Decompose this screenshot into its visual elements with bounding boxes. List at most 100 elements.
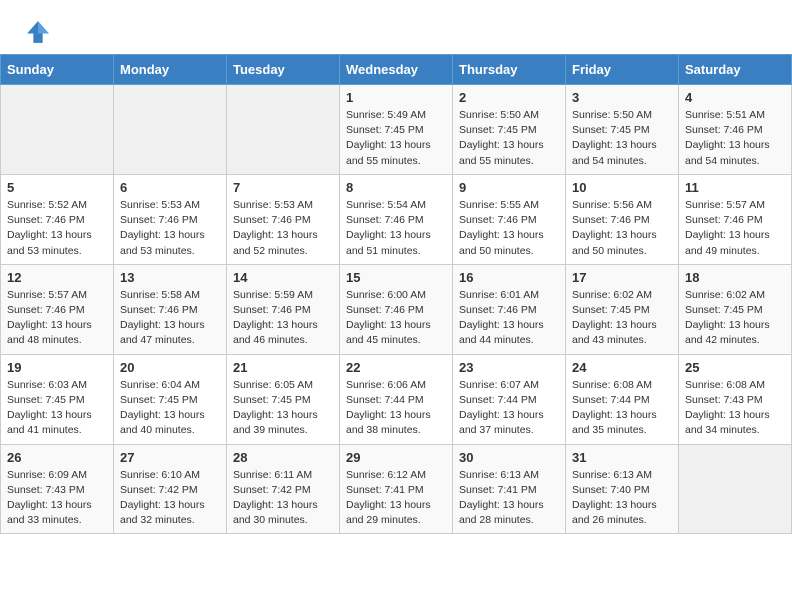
calendar-cell: 18 Sunrise: 6:02 AM Sunset: 7:45 PM Dayli… <box>679 264 792 354</box>
day-number: 5 <box>7 180 107 195</box>
calendar-cell: 9 Sunrise: 5:55 AM Sunset: 7:46 PM Daylig… <box>453 174 566 264</box>
calendar-cell: 16Sunrise: 6:01 AM Sunset: 7:46 PM Dayli… <box>453 264 566 354</box>
calendar-cell: 6 Sunrise: 5:53 AM Sunset: 7:46 PM Daylig… <box>114 174 227 264</box>
day-number: 21 <box>233 360 333 375</box>
calendar-cell: 24 Sunrise: 6:08 AM Sunset: 7:44 PM Dayli… <box>566 354 679 444</box>
calendar-cell: 25 Sunrise: 6:08 AM Sunset: 7:43 PM Dayli… <box>679 354 792 444</box>
logo <box>24 18 56 46</box>
calendar-cell: 12Sunrise: 5:57 AM Sunset: 7:46 PM Dayli… <box>1 264 114 354</box>
calendar-cell: 28 Sunrise: 6:11 AM Sunset: 7:42 PM Dayli… <box>227 444 340 534</box>
day-number: 14 <box>233 270 333 285</box>
day-number: 8 <box>346 180 446 195</box>
calendar-cell: 2Sunrise: 5:50 AM Sunset: 7:45 PM Daylig… <box>453 85 566 175</box>
day-info: Sunrise: 6:13 AM Sunset: 7:40 PM Dayligh… <box>572 468 672 529</box>
day-number: 27 <box>120 450 220 465</box>
day-info: Sunrise: 6:02 AM Sunset: 7:45 PM Dayligh… <box>572 288 672 349</box>
calendar-week-row: 19 Sunrise: 6:03 AM Sunset: 7:45 PM Dayli… <box>1 354 792 444</box>
calendar-cell: 30 Sunrise: 6:13 AM Sunset: 7:41 PM Dayli… <box>453 444 566 534</box>
day-info: Sunrise: 6:03 AM Sunset: 7:45 PM Dayligh… <box>7 378 107 439</box>
calendar-cell: 29 Sunrise: 6:12 AM Sunset: 7:41 PM Dayli… <box>340 444 453 534</box>
day-info: Sunrise: 6:07 AM Sunset: 7:44 PM Dayligh… <box>459 378 559 439</box>
calendar-table: SundayMondayTuesdayWednesdayThursdayFrid… <box>0 54 792 534</box>
day-info: Sunrise: 5:59 AM Sunset: 7:46 PM Dayligh… <box>233 288 333 349</box>
day-number: 26 <box>7 450 107 465</box>
calendar-cell <box>114 85 227 175</box>
day-info: Sunrise: 5:53 AM Sunset: 7:46 PM Dayligh… <box>120 198 220 259</box>
calendar-cell: 14 Sunrise: 5:59 AM Sunset: 7:46 PM Dayli… <box>227 264 340 354</box>
day-number: 24 <box>572 360 672 375</box>
day-info: Sunrise: 6:06 AM Sunset: 7:44 PM Dayligh… <box>346 378 446 439</box>
calendar-cell: 19 Sunrise: 6:03 AM Sunset: 7:45 PM Dayli… <box>1 354 114 444</box>
col-header-wednesday: Wednesday <box>340 55 453 85</box>
day-info: Sunrise: 6:08 AM Sunset: 7:43 PM Dayligh… <box>685 378 785 439</box>
day-info: Sunrise: 5:55 AM Sunset: 7:46 PM Dayligh… <box>459 198 559 259</box>
calendar-cell: 31 Sunrise: 6:13 AM Sunset: 7:40 PM Dayli… <box>566 444 679 534</box>
day-number: 22 <box>346 360 446 375</box>
day-number: 7 <box>233 180 333 195</box>
day-number: 31 <box>572 450 672 465</box>
day-info: Sunrise: 5:57 AM Sunset: 7:46 PM Dayligh… <box>685 198 785 259</box>
calendar-week-row: 12Sunrise: 5:57 AM Sunset: 7:46 PM Dayli… <box>1 264 792 354</box>
calendar-cell: 5Sunrise: 5:52 AM Sunset: 7:46 PM Daylig… <box>1 174 114 264</box>
day-number: 1 <box>346 90 446 105</box>
day-info: Sunrise: 6:08 AM Sunset: 7:44 PM Dayligh… <box>572 378 672 439</box>
calendar-cell: 22 Sunrise: 6:06 AM Sunset: 7:44 PM Dayli… <box>340 354 453 444</box>
day-info: Sunrise: 5:54 AM Sunset: 7:46 PM Dayligh… <box>346 198 446 259</box>
day-info: Sunrise: 5:51 AM Sunset: 7:46 PM Dayligh… <box>685 108 785 169</box>
calendar-cell: 13 Sunrise: 5:58 AM Sunset: 7:46 PM Dayli… <box>114 264 227 354</box>
calendar-week-row: 26 Sunrise: 6:09 AM Sunset: 7:43 PM Dayli… <box>1 444 792 534</box>
calendar-cell: 3 Sunrise: 5:50 AM Sunset: 7:45 PM Daylig… <box>566 85 679 175</box>
calendar-cell: 27Sunrise: 6:10 AM Sunset: 7:42 PM Dayli… <box>114 444 227 534</box>
calendar-cell <box>1 85 114 175</box>
calendar-week-row: 1 Sunrise: 5:49 AM Sunset: 7:45 PM Daylig… <box>1 85 792 175</box>
day-info: Sunrise: 6:12 AM Sunset: 7:41 PM Dayligh… <box>346 468 446 529</box>
day-info: Sunrise: 6:09 AM Sunset: 7:43 PM Dayligh… <box>7 468 107 529</box>
calendar-cell <box>679 444 792 534</box>
day-number: 12 <box>7 270 107 285</box>
calendar-cell: 15 Sunrise: 6:00 AM Sunset: 7:46 PM Dayli… <box>340 264 453 354</box>
day-info: Sunrise: 5:50 AM Sunset: 7:45 PM Dayligh… <box>459 108 559 169</box>
day-number: 6 <box>120 180 220 195</box>
logo-icon <box>24 18 52 46</box>
day-info: Sunrise: 6:11 AM Sunset: 7:42 PM Dayligh… <box>233 468 333 529</box>
day-number: 15 <box>346 270 446 285</box>
calendar-cell: 1 Sunrise: 5:49 AM Sunset: 7:45 PM Daylig… <box>340 85 453 175</box>
calendar-cell: 20Sunrise: 6:04 AM Sunset: 7:45 PM Dayli… <box>114 354 227 444</box>
day-number: 19 <box>7 360 107 375</box>
day-number: 4 <box>685 90 785 105</box>
day-number: 30 <box>459 450 559 465</box>
calendar-week-row: 5Sunrise: 5:52 AM Sunset: 7:46 PM Daylig… <box>1 174 792 264</box>
col-header-saturday: Saturday <box>679 55 792 85</box>
day-number: 9 <box>459 180 559 195</box>
day-number: 11 <box>685 180 785 195</box>
day-info: Sunrise: 5:50 AM Sunset: 7:45 PM Dayligh… <box>572 108 672 169</box>
day-info: Sunrise: 6:13 AM Sunset: 7:41 PM Dayligh… <box>459 468 559 529</box>
day-number: 28 <box>233 450 333 465</box>
calendar-cell: 26 Sunrise: 6:09 AM Sunset: 7:43 PM Dayli… <box>1 444 114 534</box>
col-header-friday: Friday <box>566 55 679 85</box>
day-number: 10 <box>572 180 672 195</box>
page-header <box>0 0 792 54</box>
col-header-monday: Monday <box>114 55 227 85</box>
day-info: Sunrise: 5:53 AM Sunset: 7:46 PM Dayligh… <box>233 198 333 259</box>
day-info: Sunrise: 5:58 AM Sunset: 7:46 PM Dayligh… <box>120 288 220 349</box>
day-number: 13 <box>120 270 220 285</box>
calendar-cell: 7 Sunrise: 5:53 AM Sunset: 7:46 PM Daylig… <box>227 174 340 264</box>
day-number: 23 <box>459 360 559 375</box>
day-info: Sunrise: 5:49 AM Sunset: 7:45 PM Dayligh… <box>346 108 446 169</box>
day-number: 25 <box>685 360 785 375</box>
day-info: Sunrise: 6:04 AM Sunset: 7:45 PM Dayligh… <box>120 378 220 439</box>
day-number: 29 <box>346 450 446 465</box>
calendar-cell: 10 Sunrise: 5:56 AM Sunset: 7:46 PM Dayli… <box>566 174 679 264</box>
day-number: 18 <box>685 270 785 285</box>
calendar-cell: 8 Sunrise: 5:54 AM Sunset: 7:46 PM Daylig… <box>340 174 453 264</box>
day-info: Sunrise: 6:02 AM Sunset: 7:45 PM Dayligh… <box>685 288 785 349</box>
calendar-cell <box>227 85 340 175</box>
day-info: Sunrise: 6:00 AM Sunset: 7:46 PM Dayligh… <box>346 288 446 349</box>
calendar-cell: 11 Sunrise: 5:57 AM Sunset: 7:46 PM Dayli… <box>679 174 792 264</box>
day-info: Sunrise: 5:56 AM Sunset: 7:46 PM Dayligh… <box>572 198 672 259</box>
day-number: 3 <box>572 90 672 105</box>
calendar-cell: 17Sunrise: 6:02 AM Sunset: 7:45 PM Dayli… <box>566 264 679 354</box>
calendar-cell: 4 Sunrise: 5:51 AM Sunset: 7:46 PM Daylig… <box>679 85 792 175</box>
day-number: 16 <box>459 270 559 285</box>
